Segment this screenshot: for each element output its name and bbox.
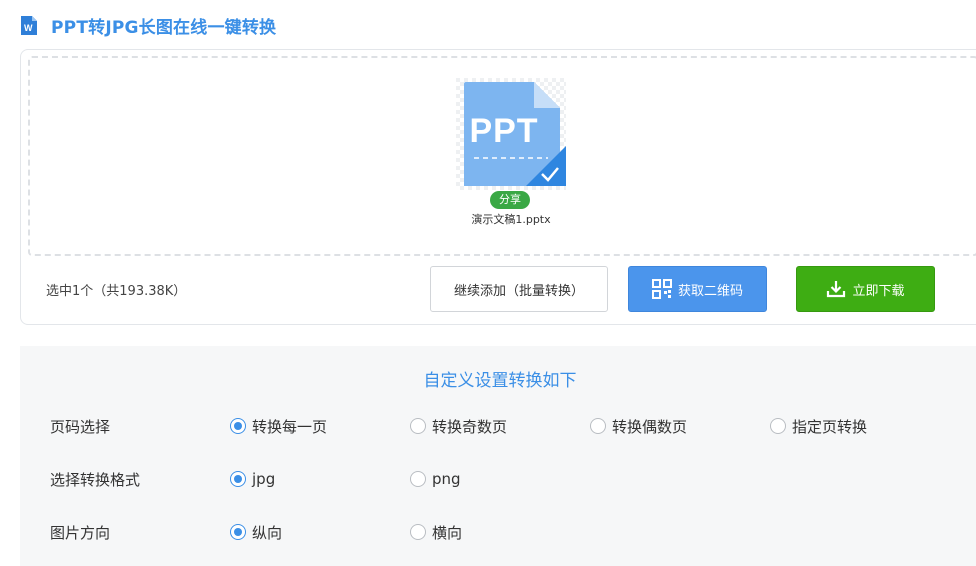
- radio-option-odd-pages[interactable]: 转换奇数页: [410, 414, 507, 438]
- selection-info: 选中1个（共193.38K）: [46, 284, 187, 299]
- radio-button[interactable]: [410, 471, 426, 487]
- radio-option-png[interactable]: png: [410, 467, 461, 491]
- radio-label: 转换奇数页: [432, 417, 508, 436]
- file-dropzone[interactable]: PPT 分享 演示文稿1.pptx: [28, 56, 976, 256]
- radio-label: 转换偶数页: [612, 417, 688, 436]
- add-more-button[interactable]: 继续添加（批量转换）: [430, 266, 608, 312]
- radio-button[interactable]: [770, 418, 786, 434]
- upload-panel: PPT 分享 演示文稿1.pptx 选中1个（共193.38K） 继续添加（批量…: [20, 49, 976, 325]
- radio-option-specified-pages[interactable]: 指定页转换: [770, 414, 867, 438]
- file-name: 演示文稿1.pptx: [471, 213, 551, 226]
- page-title: PPT转JPG长图在线一键转换: [51, 17, 277, 38]
- share-badge[interactable]: 分享: [490, 191, 530, 209]
- radio-label: png: [432, 470, 461, 488]
- radio-button[interactable]: [410, 524, 426, 540]
- setting-label: 页码选择: [50, 418, 111, 436]
- file-item[interactable]: PPT 分享 演示文稿1.pptx: [446, 78, 566, 238]
- word-doc-icon: W: [21, 15, 37, 35]
- orientation-row: 图片方向 纵向 横向: [20, 520, 976, 544]
- page-header: W PPT转JPG长图在线一键转换: [20, 12, 276, 38]
- radio-option-portrait[interactable]: 纵向: [230, 520, 282, 544]
- radio-button[interactable]: [590, 418, 606, 434]
- radio-label: 转换每一页: [252, 417, 328, 436]
- radio-button[interactable]: [230, 524, 246, 540]
- add-more-button-label: 继续添加（批量转换）: [453, 283, 584, 299]
- get-qr-code-button[interactable]: 获取二维码: [628, 266, 767, 312]
- setting-label: 图片方向: [50, 524, 111, 542]
- radio-label: jpg: [252, 470, 276, 488]
- settings-title: 自定义设置转换如下: [423, 371, 577, 391]
- radio-label: 纵向: [252, 523, 283, 542]
- get-qr-code-label: 获取二维码: [677, 283, 743, 299]
- download-now-label: 立即下载: [852, 283, 905, 299]
- download-now-button[interactable]: 立即下载: [796, 266, 935, 312]
- format-selection-row: 选择转换格式 jpg png: [20, 467, 976, 491]
- download-icon: [827, 281, 846, 298]
- radio-label: 指定页转换: [792, 417, 868, 436]
- radio-button[interactable]: [230, 418, 246, 434]
- svg-text:W: W: [24, 23, 33, 33]
- radio-option-every-page[interactable]: 转换每一页: [230, 414, 327, 438]
- page-selection-row: 页码选择 转换每一页 转换奇数页 转换偶数页 指定页转换: [20, 414, 976, 438]
- radio-label: 横向: [432, 523, 463, 542]
- radio-option-landscape[interactable]: 横向: [410, 520, 462, 544]
- conversion-settings: 自定义设置转换如下 页码选择 转换每一页 转换奇数页 转换偶数页 指定页转换 选…: [20, 346, 976, 566]
- file-type-label: PPT: [469, 112, 539, 150]
- radio-button[interactable]: [410, 418, 426, 434]
- qr-code-icon: [651, 279, 672, 299]
- radio-option-even-pages[interactable]: 转换偶数页: [590, 414, 687, 438]
- radio-option-jpg[interactable]: jpg: [230, 467, 275, 491]
- setting-label: 选择转换格式: [50, 471, 141, 489]
- radio-button[interactable]: [230, 471, 246, 487]
